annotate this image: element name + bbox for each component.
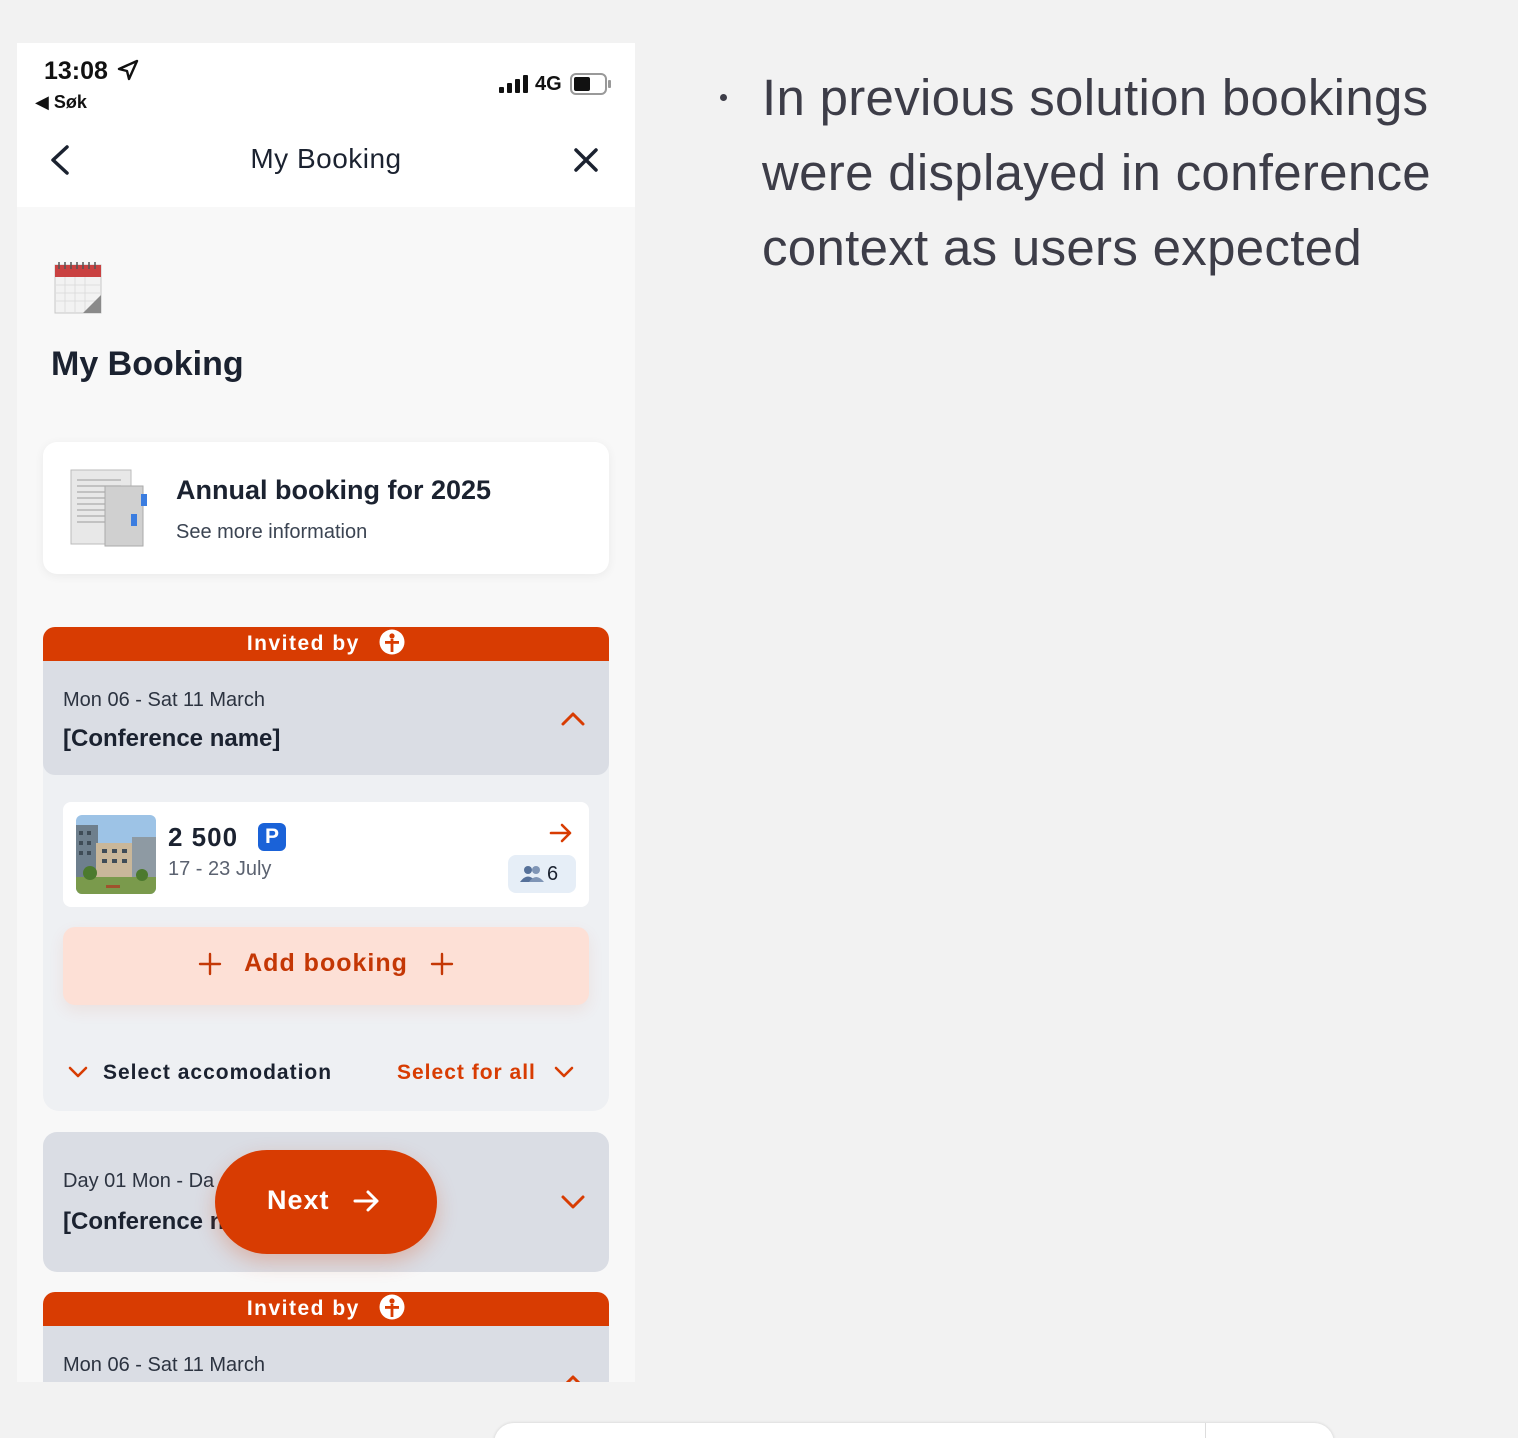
organizer-logo-icon [379, 629, 405, 655]
next-button-label: Next [267, 1185, 330, 1215]
chevron-down-icon[interactable] [67, 1061, 89, 1083]
booking-row[interactable]: 2 500 P 17 - 23 July 6 [63, 802, 589, 907]
bullet-dot [720, 94, 727, 101]
status-time: 13:08 [44, 57, 108, 85]
nav-bar: My Booking [17, 113, 635, 207]
guests-icon [520, 866, 544, 882]
conference-block-partial[interactable]: Mon 06 - Sat 11 March [43, 1326, 609, 1382]
parking-icon: P [258, 823, 286, 851]
conference-name: [Conference name] [63, 725, 281, 752]
conference-dates: Day 01 Mon - Da [63, 1170, 215, 1192]
status-bar: 13:08 ◀ Søk 4G [17, 43, 635, 113]
chevron-up-icon[interactable] [560, 711, 586, 727]
conference-header[interactable]: Mon 06 - Sat 11 March [Conference name] [43, 661, 609, 775]
booking-price: 2 500 [168, 822, 239, 852]
chevron-up-icon[interactable] [560, 1374, 586, 1382]
add-booking-button[interactable]: Add booking [63, 927, 589, 1005]
document-icon [70, 469, 147, 547]
chevron-down-icon[interactable] [553, 1061, 575, 1083]
close-icon[interactable] [572, 146, 600, 174]
guests-badge: 6 [508, 855, 576, 893]
annual-booking-subtitle[interactable]: See more information [176, 521, 367, 544]
conference-name: [Conference n [63, 1208, 225, 1235]
back-to-app-link[interactable]: ◀ Søk [35, 92, 87, 113]
invited-by-label: Invited by [246, 632, 360, 655]
signal-icon [499, 75, 528, 93]
select-accommodation-toggle[interactable]: Select accomodation [103, 1061, 332, 1085]
battery-icon [570, 73, 611, 95]
invited-by-label: Invited by [246, 1297, 360, 1320]
annual-booking-card[interactable]: Annual booking for 2025 See more informa… [43, 442, 609, 574]
chevron-down-icon[interactable] [560, 1194, 586, 1210]
conference-dates: Mon 06 - Sat 11 March [63, 689, 265, 711]
arrow-right-icon[interactable] [549, 822, 573, 844]
next-button[interactable]: Next [215, 1150, 437, 1254]
phone-screen: 13:08 ◀ Søk 4G My Booking My Booking Ann… [17, 43, 635, 1382]
invited-by-banner: Invited by [43, 1292, 609, 1326]
conference-dates: Mon 06 - Sat 11 March [63, 1354, 265, 1376]
hotel-image [76, 815, 156, 894]
network-type: 4G [535, 73, 562, 95]
nav-title: My Booking [250, 143, 402, 174]
plus-icon [431, 952, 454, 975]
plus-icon [198, 952, 221, 975]
booking-dates: 17 - 23 July [168, 858, 272, 880]
arrow-right-icon [353, 1190, 379, 1212]
organizer-logo-icon [379, 1294, 405, 1320]
bottom-toolbar [494, 1423, 1334, 1438]
calendar-icon [54, 262, 102, 314]
guests-count: 6 [547, 863, 559, 885]
annual-booking-title: Annual booking for 2025 [176, 475, 492, 505]
invited-by-banner: Invited by [43, 627, 609, 661]
toolbar-divider [1205, 1423, 1206, 1438]
page-title: My Booking [51, 345, 244, 383]
conference-block-expanded: Mon 06 - Sat 11 March [Conference name] [43, 661, 609, 1111]
bullet-text: In previous solution bookings were displ… [762, 69, 1431, 276]
add-booking-label: Add booking [244, 949, 408, 977]
location-arrow-icon [117, 59, 139, 81]
select-for-all-toggle[interactable]: Select for all [397, 1061, 536, 1085]
